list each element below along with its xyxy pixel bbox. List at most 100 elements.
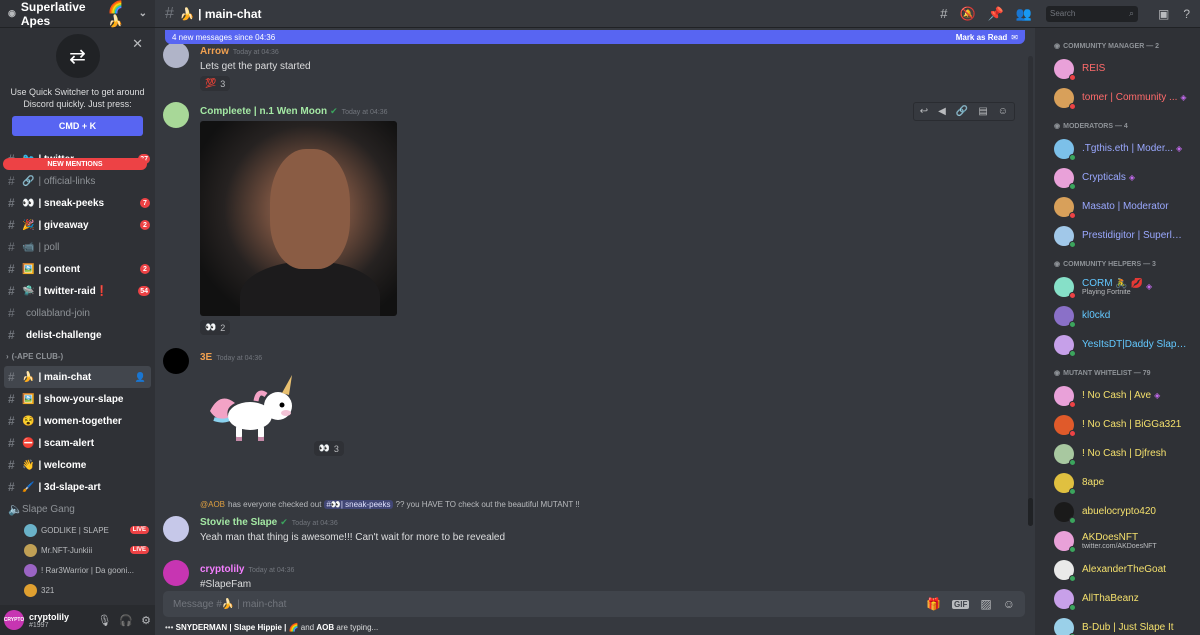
member-item[interactable]: ! No Cash | Ave ◈ xyxy=(1035,381,1200,410)
member-item[interactable]: B-Dub | Just Slape It xyxy=(1035,613,1200,635)
member-item[interactable]: AllThaBeanz xyxy=(1035,584,1200,613)
chat-scrollbar[interactable] xyxy=(1028,56,1033,526)
mark-read-icon[interactable]: ✉ xyxy=(1011,33,1018,42)
channel-item[interactable]: # ⛔ | scam-alert xyxy=(0,432,155,454)
hash-icon: # xyxy=(8,284,15,298)
unicorn-sticker[interactable] xyxy=(200,371,310,451)
avatar[interactable] xyxy=(163,516,189,542)
image-face xyxy=(270,149,350,269)
forward-icon[interactable]: ◀ xyxy=(938,106,946,117)
link-icon[interactable]: 🔗 xyxy=(956,106,968,117)
member-item[interactable]: Crypticals ◈ xyxy=(1035,163,1200,192)
reply-reference[interactable]: @AOB has everyone checked out #👀| sneak-… xyxy=(200,500,1025,509)
member-item[interactable]: YesItsDT|Daddy Slape... xyxy=(1035,330,1200,359)
voice-user[interactable]: GODLIKE | SLAPE LIVE xyxy=(0,520,155,540)
member-item[interactable]: abuelocrypto420 xyxy=(1035,497,1200,526)
add-member-icon[interactable]: 👤 xyxy=(135,372,146,383)
avatar xyxy=(1054,138,1076,161)
message-author[interactable]: Arrow xyxy=(200,46,229,57)
avatar[interactable] xyxy=(163,42,189,68)
message-input[interactable]: Message #🍌 | main-chat 🎁 GIF ▨ ☺ xyxy=(163,591,1025,617)
status-icon xyxy=(1069,73,1076,81)
channel-item[interactable]: # 🖌️ | 3d-slape-art xyxy=(0,476,155,498)
close-icon[interactable]: ✕ xyxy=(132,36,143,52)
avatar xyxy=(1054,225,1076,248)
member-item[interactable]: ! No Cash | BiGGa321 xyxy=(1035,410,1200,439)
new-mentions-pill[interactable]: NEW MENTIONS xyxy=(3,158,147,170)
gear-icon[interactable]: ⚙ xyxy=(141,614,151,627)
channel-item[interactable]: # 🍌 | main-chat 👤 xyxy=(4,366,151,388)
gift-icon[interactable]: 🎁 xyxy=(926,597,941,611)
bell-muted-icon[interactable]: 🔕 xyxy=(959,6,975,22)
avatar[interactable] xyxy=(163,560,189,586)
member-item[interactable]: REIS xyxy=(1035,54,1200,83)
reaction[interactable]: 💯 3 xyxy=(200,76,231,91)
message-author[interactable]: Stovie the Slape xyxy=(200,517,277,528)
threads-icon[interactable]: # xyxy=(940,6,947,22)
headphones-icon[interactable]: 🎧 xyxy=(119,614,133,627)
channel-item[interactable]: # delist-challenge xyxy=(0,324,155,346)
message-timestamp: Today at 04:36 xyxy=(291,520,338,527)
message-author[interactable]: 3E xyxy=(200,352,212,363)
message-author[interactable]: Compleete | n.1 Wen Moon xyxy=(200,106,327,117)
avatar[interactable]: CRYPTO xyxy=(4,610,24,630)
voice-user[interactable]: 321 xyxy=(0,580,155,600)
inbox-icon[interactable]: ▣ xyxy=(1158,7,1169,21)
channel-item[interactable]: # 🔗 | official-links xyxy=(0,170,155,192)
reaction[interactable]: 👀 3 xyxy=(313,441,344,456)
member-item[interactable]: 8ape xyxy=(1035,468,1200,497)
channel-sidebar: ◉ Superlative Apes 🌈🍌 ⌄ ✕ ⇄ Use Quick Sw… xyxy=(0,0,155,635)
avatar xyxy=(1054,305,1076,328)
pin-icon[interactable]: 📌 xyxy=(988,6,1004,22)
channel-item[interactable]: # 🎉 | giveaway 2 xyxy=(0,214,155,236)
channel-item[interactable]: # 📹 | poll xyxy=(0,236,155,258)
emoji-icon[interactable]: ☺ xyxy=(1003,597,1015,611)
member-item[interactable]: .Tgthis.eth | Moder... ◈ xyxy=(1035,134,1200,163)
member-item[interactable]: kl0ckd xyxy=(1035,301,1200,330)
channel-item[interactable]: # 👋 | welcome xyxy=(0,454,155,476)
member-item[interactable]: CORM 🚴 💋 Playing Fortnite ◈ xyxy=(1035,272,1200,301)
avatar[interactable] xyxy=(163,102,189,128)
channel-mention[interactable]: #👀| sneak-peeks xyxy=(324,500,393,509)
chevron-down-icon[interactable]: ⌄ xyxy=(139,8,147,19)
sticker-icon[interactable]: ▨ xyxy=(980,597,991,611)
member-item[interactable]: Prestidigitor | Superlat... xyxy=(1035,221,1200,250)
search-input[interactable]: Search ⌕ xyxy=(1046,5,1138,22)
channel-item[interactable]: # 🖼️ | content 2 xyxy=(0,258,155,280)
server-header[interactable]: ◉ Superlative Apes 🌈🍌 ⌄ xyxy=(0,0,155,28)
mark-as-read-button[interactable]: Mark as Read xyxy=(956,33,1008,42)
gif-button[interactable]: GIF xyxy=(952,599,970,609)
scrollbar-thumb[interactable] xyxy=(1028,498,1033,526)
mute-mic-icon[interactable]: 🎙 xyxy=(97,614,111,627)
channel-item[interactable]: # collabland-join xyxy=(0,302,155,324)
message-author[interactable]: cryptolily xyxy=(200,564,244,575)
voice-user[interactable]: Mr.NFT-Junkiii LIVE xyxy=(0,540,155,560)
quick-switcher-button[interactable]: CMD + K xyxy=(12,116,143,136)
add-reaction-icon[interactable]: ☺ xyxy=(998,106,1008,117)
new-messages-banner[interactable]: 4 new messages since 04:36 Mark as Read … xyxy=(165,30,1025,44)
member-item[interactable]: Masato | Moderator xyxy=(1035,192,1200,221)
member-item[interactable]: tomer | Community ... ◈ xyxy=(1035,83,1200,112)
members-icon[interactable]: 👥 xyxy=(1016,6,1032,22)
channel-item[interactable]: # 🛸 | twitter-raid❗ 54 xyxy=(0,280,155,302)
gif-attachment[interactable] xyxy=(200,121,397,316)
reaction[interactable]: 👀 2 xyxy=(200,320,231,335)
channel-item[interactable]: # 🖼️ | show-your-slape xyxy=(0,388,155,410)
avatar[interactable] xyxy=(163,348,189,374)
voice-user[interactable]: ! Rar3Warrior | Da gooni... xyxy=(0,560,155,580)
member-item[interactable]: AKDoesNFT twitter.com/AKDoesNFT xyxy=(1035,526,1200,555)
voice-user-name: Mr.NFT-Junkiii xyxy=(41,545,93,555)
live-badge: LIVE xyxy=(129,546,149,554)
voice-channel-slape-gang[interactable]: 🔈 Slape Gang xyxy=(0,498,155,520)
channel-item[interactable]: # 👀 | sneak-peeks 7 xyxy=(0,192,155,214)
category-ape-club[interactable]: › (-APE CLUB-) xyxy=(0,346,155,366)
message: @AOB has everyone checked out #👀| sneak-… xyxy=(163,500,1025,543)
member-item[interactable]: AlexanderTheGoat xyxy=(1035,555,1200,584)
id-icon[interactable]: ▤ xyxy=(978,106,987,117)
reply-icon[interactable]: ↩ xyxy=(920,106,928,117)
reaction-emoji: 👀 xyxy=(205,322,217,332)
member-item[interactable]: ! No Cash | Djfresh xyxy=(1035,439,1200,468)
channel-item[interactable]: # 😵 | women-together xyxy=(0,410,155,432)
help-icon[interactable]: ? xyxy=(1183,7,1190,21)
reply-tail: ?? you HAVE TO check out the beautiful M… xyxy=(395,500,580,509)
